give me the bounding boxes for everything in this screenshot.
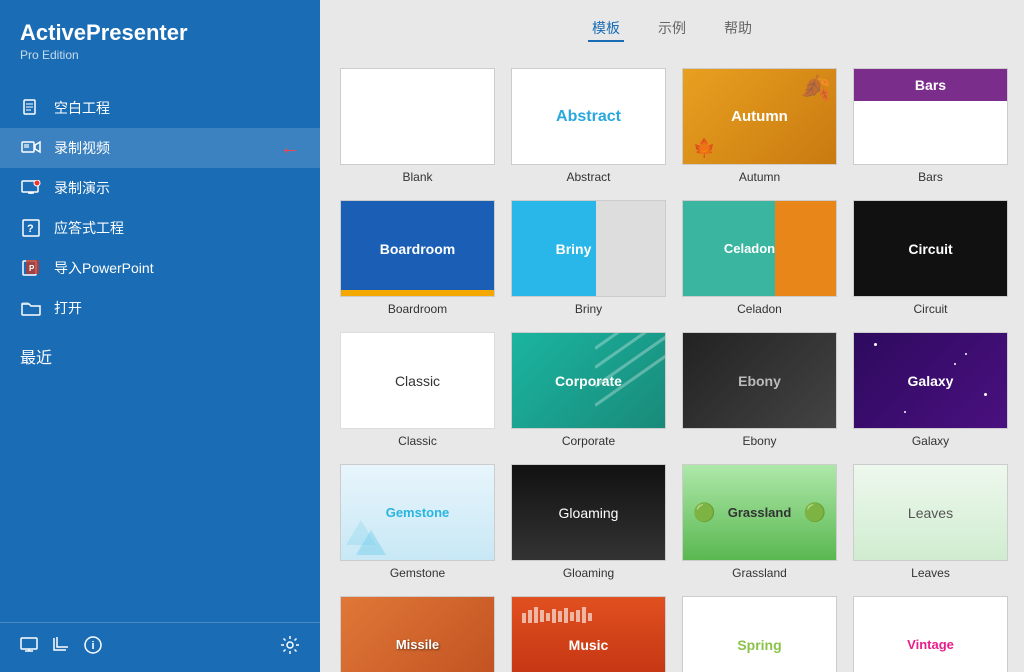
sidebar-menu: 空白工程 录制视频 ←	[0, 88, 320, 622]
tab-help[interactable]: 帮助	[720, 16, 756, 42]
main-header: 模板 示例 帮助	[320, 0, 1024, 58]
template-thumb-vintage: Vintage	[853, 596, 1008, 672]
template-gemstone[interactable]: Gemstone Gemstone	[340, 464, 495, 580]
template-label-blank: Blank	[402, 170, 432, 184]
video-icon	[20, 140, 42, 156]
template-thumb-boardroom: Boardroom	[340, 200, 495, 297]
crop-icon[interactable]	[52, 636, 70, 659]
template-leaves[interactable]: Leaves Leaves	[853, 464, 1008, 580]
gear-icon[interactable]	[280, 635, 300, 660]
template-label-celadon: Celadon	[737, 302, 782, 316]
sidebar-item-record-video[interactable]: 录制视频 ←	[0, 128, 320, 168]
template-thumb-celadon: Celadon	[682, 200, 837, 297]
monitor-icon[interactable]	[20, 636, 38, 659]
sidebar: ActivePresenter Pro Edition 空白工程	[0, 0, 320, 672]
template-thumb-music: Music	[511, 596, 666, 672]
template-label-grassland: Grassland	[732, 566, 787, 580]
template-label-gloaming: Gloaming	[563, 566, 614, 580]
sidebar-item-label: 录制演示	[54, 178, 110, 198]
template-celadon[interactable]: Celadon Celadon	[682, 200, 837, 316]
template-briny[interactable]: Briny Briny	[511, 200, 666, 316]
main-panel: 模板 示例 帮助 Blank Abstract Abstract Autumn …	[320, 0, 1024, 672]
svg-text:?: ?	[27, 223, 34, 235]
template-ebony[interactable]: Ebony Ebony	[682, 332, 837, 448]
template-thumb-classic: Classic	[340, 332, 495, 429]
template-boardroom[interactable]: Boardroom Boardroom	[340, 200, 495, 316]
template-label-boardroom: Boardroom	[388, 302, 447, 316]
template-thumb-leaves: Leaves	[853, 464, 1008, 561]
sidebar-footer: i	[0, 622, 320, 672]
sidebar-item-quiz[interactable]: ? 应答式工程	[0, 208, 320, 248]
sidebar-item-record-demo[interactable]: 录制演示	[0, 168, 320, 208]
sidebar-item-open[interactable]: 打开	[0, 288, 320, 328]
template-vintage[interactable]: Vintage Vintage	[853, 596, 1008, 672]
templates-grid: Blank Abstract Abstract Autumn 🍂 🍁 Autum…	[320, 58, 1024, 672]
ppt-icon: P	[20, 260, 42, 276]
template-thumb-ebony: Ebony	[682, 332, 837, 429]
template-thumb-abstract: Abstract	[511, 68, 666, 165]
template-thumb-blank	[340, 68, 495, 165]
template-thumb-corporate: Corporate	[511, 332, 666, 429]
template-spring[interactable]: Spring Spring	[682, 596, 837, 672]
template-missile[interactable]: Missile Missile	[340, 596, 495, 672]
file-icon	[20, 100, 42, 116]
sidebar-item-label: 空白工程	[54, 98, 110, 118]
sidebar-item-blank-project[interactable]: 空白工程	[0, 88, 320, 128]
template-music[interactable]: Music Music	[511, 596, 666, 672]
sidebar-item-label: 打开	[54, 298, 82, 318]
template-bars[interactable]: Bars Bars	[853, 68, 1008, 184]
template-abstract[interactable]: Abstract Abstract	[511, 68, 666, 184]
arrow-icon: ←	[280, 137, 300, 160]
template-label-abstract: Abstract	[566, 170, 610, 184]
template-thumb-gloaming: Gloaming	[511, 464, 666, 561]
template-corporate[interactable]: Corporate Corporate	[511, 332, 666, 448]
template-autumn[interactable]: Autumn 🍂 🍁 Autumn	[682, 68, 837, 184]
template-grassland[interactable]: Grassland 🟢 🟢 Grassland	[682, 464, 837, 580]
template-thumb-galaxy: Galaxy	[853, 332, 1008, 429]
template-thumb-bars: Bars	[853, 68, 1008, 165]
template-thumb-gemstone: Gemstone	[340, 464, 495, 561]
quiz-icon: ?	[20, 220, 42, 236]
tab-templates[interactable]: 模板	[588, 16, 624, 42]
sidebar-header: ActivePresenter Pro Edition	[0, 0, 320, 72]
app-title: ActivePresenter	[20, 20, 300, 46]
template-thumb-briny: Briny	[511, 200, 666, 297]
template-label-bars: Bars	[918, 170, 943, 184]
template-label-classic: Classic	[398, 434, 437, 448]
screen-icon	[20, 180, 42, 196]
svg-text:i: i	[92, 640, 95, 652]
template-thumb-missile: Missile	[340, 596, 495, 672]
template-label-leaves: Leaves	[911, 566, 950, 580]
template-thumb-circuit: Circuit	[853, 200, 1008, 297]
sidebar-item-import-ppt[interactable]: P 导入PowerPoint	[0, 248, 320, 288]
footer-icons: i	[20, 636, 102, 659]
tab-examples[interactable]: 示例	[654, 16, 690, 42]
sidebar-item-label: 应答式工程	[54, 218, 124, 238]
template-blank[interactable]: Blank	[340, 68, 495, 184]
template-label-briny: Briny	[575, 302, 602, 316]
template-label-circuit: Circuit	[913, 302, 947, 316]
template-thumb-spring: Spring	[682, 596, 837, 672]
template-label-autumn: Autumn	[739, 170, 780, 184]
template-classic[interactable]: Classic Classic	[340, 332, 495, 448]
template-gloaming[interactable]: Gloaming Gloaming	[511, 464, 666, 580]
template-thumb-grassland: Grassland 🟢 🟢	[682, 464, 837, 561]
template-label-ebony: Ebony	[742, 434, 776, 448]
info-icon[interactable]: i	[84, 636, 102, 659]
template-label-gemstone: Gemstone	[390, 566, 445, 580]
recent-label: 最近	[0, 328, 320, 376]
template-thumb-autumn: Autumn 🍂 🍁	[682, 68, 837, 165]
app-edition: Pro Edition	[20, 48, 300, 62]
template-galaxy[interactable]: Galaxy Galaxy	[853, 332, 1008, 448]
sidebar-item-label: 导入PowerPoint	[54, 258, 154, 278]
template-label-corporate: Corporate	[562, 434, 615, 448]
folder-icon	[20, 300, 42, 316]
template-circuit[interactable]: Circuit Circuit	[853, 200, 1008, 316]
sidebar-item-label: 录制视频	[54, 138, 110, 158]
svg-text:P: P	[29, 264, 35, 273]
template-label-galaxy: Galaxy	[912, 434, 949, 448]
